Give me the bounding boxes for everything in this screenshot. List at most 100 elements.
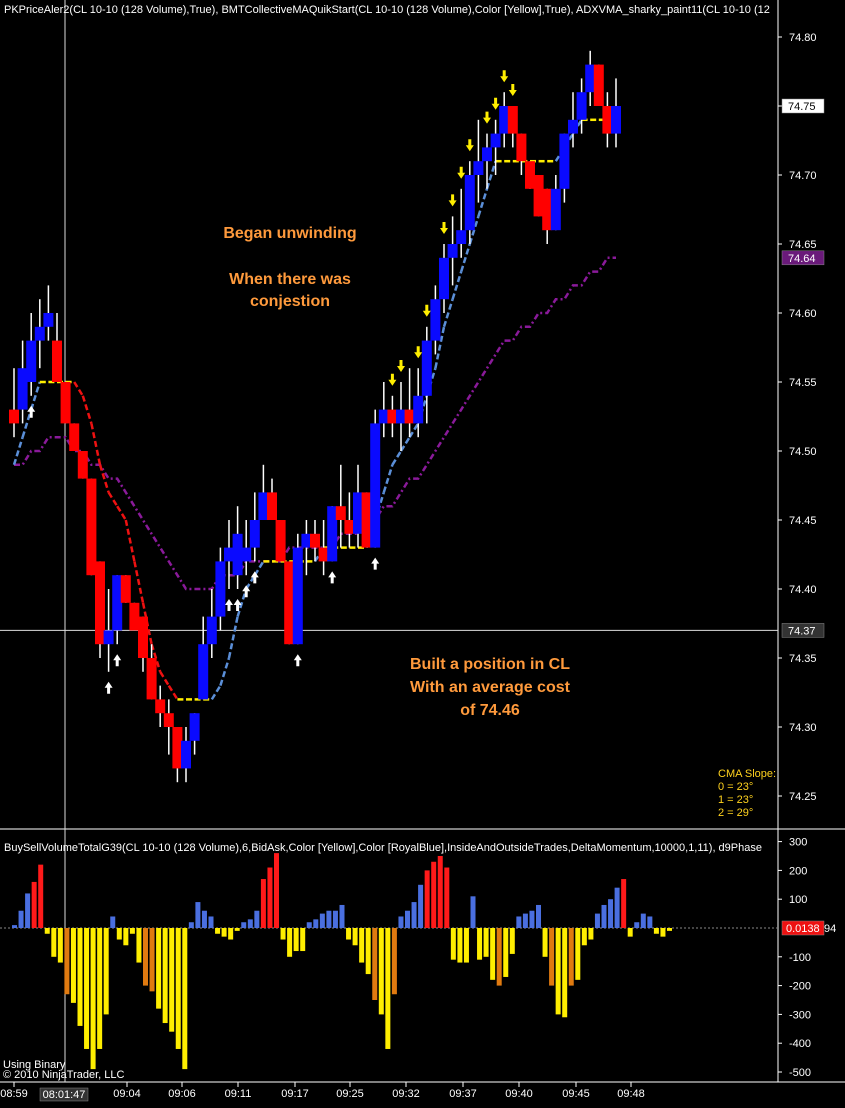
- sell-arrow-icon: [440, 222, 448, 234]
- volume-bar: [608, 899, 614, 928]
- sell-arrow-icon: [397, 360, 405, 372]
- candle-body: [421, 340, 432, 396]
- candle-body: [550, 188, 561, 231]
- volume-bar: [326, 910, 332, 928]
- sell-arrow-icon: [388, 373, 397, 386]
- volume-bar: [667, 928, 672, 931]
- volume-bar: [51, 928, 57, 957]
- candle-body: [181, 740, 191, 769]
- sell-arrow-icon: [500, 70, 509, 83]
- fast-ma-segment: [210, 684, 222, 701]
- candle-body: [267, 492, 277, 520]
- buy-arrow-icon: [293, 654, 302, 667]
- fast-ma-segment: [90, 423, 102, 466]
- volume-bar: [247, 919, 253, 928]
- volume-bar: [182, 928, 188, 1070]
- volume-bar: [123, 928, 129, 946]
- time-tick-label: 09:25: [336, 1088, 364, 1100]
- volume-bar: [175, 928, 181, 1049]
- volume-bar: [653, 928, 659, 934]
- sell-arrow-icon: [414, 346, 423, 359]
- volume-bar: [483, 928, 489, 957]
- volume-bar: [509, 928, 515, 954]
- candle-body: [9, 409, 19, 424]
- candle-body: [430, 299, 441, 341]
- buy-arrow-icon: [113, 654, 122, 667]
- candle-body: [138, 616, 148, 658]
- candle-body: [396, 409, 406, 424]
- cma-slope-title: CMA Slope:: [718, 768, 777, 780]
- volume-bar: [97, 928, 103, 1049]
- time-tick-label: 08:59: [0, 1088, 28, 1100]
- candle-body: [43, 313, 54, 327]
- volume-bar: [549, 928, 555, 986]
- candle-body: [456, 230, 467, 244]
- fast-ma-segment: [399, 436, 411, 452]
- volume-bar: [346, 928, 352, 940]
- fast-ma-segment: [167, 684, 179, 701]
- fast-ma-segment: [451, 271, 463, 300]
- volume-bar: [424, 870, 430, 928]
- buy-arrow-icon: [233, 599, 242, 611]
- buy-arrow-icon: [104, 681, 113, 694]
- volume-bar: [18, 910, 24, 928]
- volume-bar: [169, 928, 175, 1032]
- volume-bar: [156, 928, 162, 1009]
- candle-body: [310, 533, 320, 548]
- volume-bar: [542, 928, 548, 957]
- volume-bar: [241, 922, 247, 928]
- volume-bar: [391, 928, 397, 995]
- volume-bar: [287, 928, 293, 957]
- volume-bar: [38, 864, 44, 928]
- candle-body: [60, 382, 71, 424]
- time-tick-label: 09:48: [617, 1088, 645, 1100]
- sell-arrow-icon: [448, 194, 457, 207]
- candle-body: [258, 492, 269, 520]
- volume-bar: [129, 928, 135, 934]
- candle-body: [464, 175, 475, 231]
- candle-body: [525, 161, 535, 189]
- volume-bar: [195, 902, 201, 928]
- volume-bar: [581, 928, 587, 946]
- volume-bar: [660, 928, 666, 937]
- price-tick-label: 74.40: [789, 584, 817, 596]
- volume-bar: [143, 928, 148, 986]
- volume-bar: [621, 879, 627, 928]
- volume-bar: [12, 925, 17, 928]
- candle-body: [404, 409, 415, 424]
- candle-body: [189, 713, 200, 741]
- volume-bar: [647, 916, 653, 928]
- volume-tick-label: -500: [789, 1067, 811, 1079]
- candle-body: [542, 188, 553, 231]
- buy-arrow-icon: [225, 599, 233, 611]
- last-price-marker-label: 74.75: [788, 101, 816, 113]
- candle-body: [602, 106, 613, 134]
- volume-bar: [149, 928, 155, 992]
- candle-body: [146, 658, 157, 700]
- volume-bar: [575, 928, 581, 980]
- ma-price-marker-label: 74.64: [788, 253, 816, 265]
- volume-bar: [260, 879, 266, 928]
- candle-body: [378, 409, 389, 424]
- candle-body: [327, 506, 338, 562]
- candle-body: [86, 478, 97, 576]
- volume-bar: [477, 928, 483, 960]
- fast-ma-segment: [107, 491, 119, 507]
- fast-ma-segment: [98, 464, 110, 493]
- fast-ma-segment: [253, 560, 265, 576]
- price-tick-label: 74.45: [789, 515, 817, 527]
- candle-body: [198, 644, 209, 700]
- volume-bar: [57, 928, 63, 963]
- fast-ma-segment: [12, 436, 24, 466]
- candle-body: [439, 257, 449, 300]
- volume-marker-label: 0.0138: [786, 923, 820, 935]
- volume-bar: [136, 928, 142, 963]
- candle-body: [26, 340, 37, 382]
- volume-bar: [588, 928, 594, 940]
- candle-body: [482, 147, 492, 162]
- candle-body: [215, 561, 226, 617]
- volume-bar: [594, 913, 600, 928]
- candle-body: [284, 561, 295, 645]
- volume-bar: [437, 856, 443, 928]
- volume-bar: [522, 913, 528, 928]
